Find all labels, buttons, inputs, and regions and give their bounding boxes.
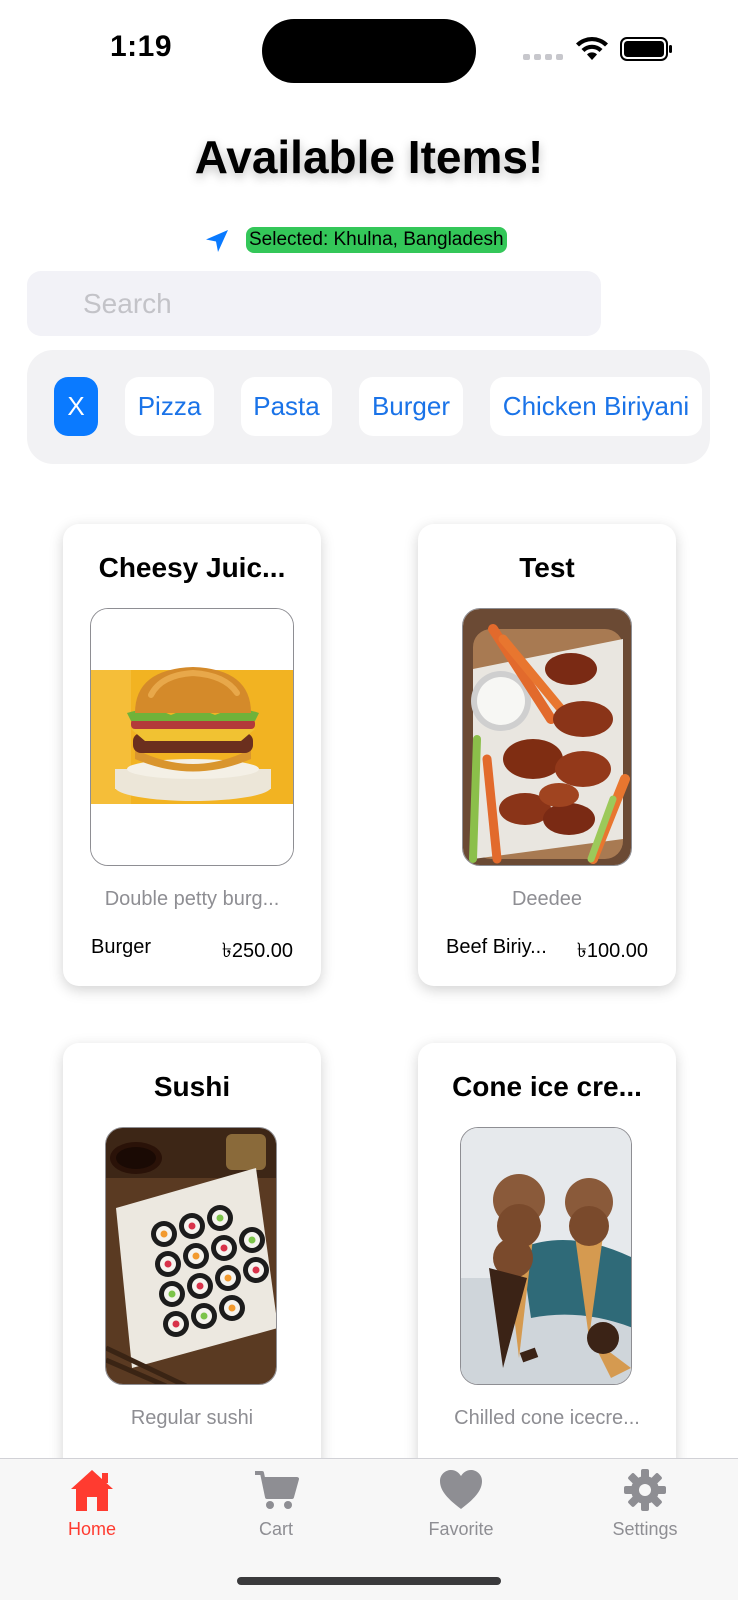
item-title: Test — [519, 552, 575, 583]
item-price: ৳100.00 — [576, 940, 648, 962]
item-category: Burger — [91, 936, 152, 958]
search-box — [27, 271, 601, 336]
item-title: Sushi — [153, 1071, 231, 1102]
wifi-icon — [576, 37, 608, 60]
tab-cart-label: Cart — [258, 1519, 293, 1539]
item-card[interactable]: Cheesy Juic... Double petty burg... Burg… — [63, 524, 321, 986]
ice-cream-image — [460, 1127, 632, 1385]
clear-category-button[interactable]: X — [54, 377, 98, 436]
battery-icon — [620, 37, 672, 61]
burger-image — [90, 608, 294, 866]
house-icon — [71, 1470, 113, 1511]
location-row[interactable]: Selected: Khulna, Bangladesh — [0, 224, 738, 256]
category-chip-pasta[interactable]: Pasta — [241, 377, 332, 436]
item-title: Cheesy Juic... — [98, 552, 286, 583]
sushi-image — [105, 1127, 277, 1385]
app-screen: 1:19 Available Items! Selected: Khulna, … — [0, 0, 738, 1600]
home-indicator[interactable] — [237, 1577, 501, 1585]
cellular-signal-icon — [523, 54, 563, 60]
search-input[interactable] — [83, 271, 583, 336]
gear-icon — [624, 1469, 666, 1511]
item-price: ৳250.00 — [221, 940, 293, 962]
item-title: Cone ice cre... — [452, 1071, 642, 1102]
status-bar: 1:19 — [0, 0, 738, 100]
item-card[interactable]: Test Deedee Beef Biriy... ৳100.00 — [418, 524, 676, 986]
heart-icon — [440, 1470, 482, 1509]
item-description: Double petty burg... — [104, 888, 280, 910]
selected-location-label: Selected: Khulna, Bangladesh — [246, 227, 507, 253]
category-filter-bar: X Pizza Pasta Burger Chicken Biriyani — [27, 350, 710, 464]
cart-icon — [255, 1471, 299, 1509]
tab-favorite[interactable]: Favorite — [401, 1467, 521, 1547]
item-description: Deedee — [511, 888, 583, 910]
item-description: Chilled cone icecre... — [454, 1407, 640, 1429]
tab-home-label: Home — [67, 1519, 116, 1539]
page-title: Available Items! — [194, 131, 544, 183]
item-card[interactable]: Cone ice cre... Chilled cone icecre... — [418, 1043, 676, 1505]
dynamic-island — [262, 19, 476, 83]
item-description: Regular sushi — [130, 1407, 254, 1429]
tab-favorite-label: Favorite — [428, 1519, 494, 1539]
status-time: 1:19 — [110, 30, 173, 63]
category-chip-chicken-biriyani[interactable]: Chicken Biriyani — [490, 377, 702, 436]
item-card[interactable]: Sushi Regular sushi — [63, 1043, 321, 1505]
tab-cart[interactable]: Cart — [216, 1467, 336, 1547]
tab-home[interactable]: Home — [32, 1467, 152, 1547]
location-arrow-icon — [206, 230, 228, 252]
category-chip-pizza[interactable]: Pizza — [125, 377, 214, 436]
item-category: Beef Biriy... — [446, 936, 547, 958]
tab-settings-label: Settings — [612, 1519, 678, 1539]
category-chip-burger[interactable]: Burger — [359, 377, 463, 436]
tab-settings[interactable]: Settings — [585, 1467, 705, 1547]
chicken-wings-image — [462, 608, 632, 866]
